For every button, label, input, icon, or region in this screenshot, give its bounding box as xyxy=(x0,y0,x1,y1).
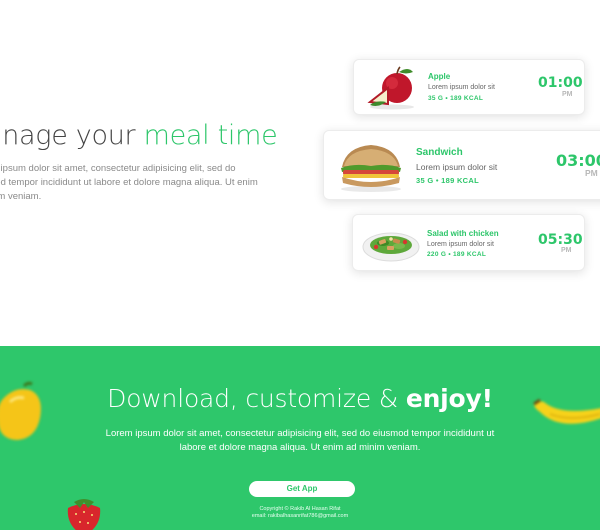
meal-card-salad[interactable]: Salad with chicken Lorem ipsum dolor sit… xyxy=(352,214,585,271)
meal-description: Lorem ipsum dolor sit xyxy=(428,84,495,91)
meal-time-period: PM xyxy=(561,247,572,254)
meal-description: Lorem ipsum dolor sit xyxy=(427,241,494,248)
intro-line: nim veniam. xyxy=(0,191,42,202)
meal-name: Sandwich xyxy=(416,147,463,158)
meal-name: Apple xyxy=(428,72,451,81)
meal-card-apple[interactable]: Apple Lorem ipsum dolor sit 35 G • 189 K… xyxy=(353,59,585,115)
footer-credits: Copyright © Rakib Al Hasan Rifat email: … xyxy=(0,506,600,520)
promo-text-line: labore et dolore magna aliqua. Ut enim a… xyxy=(179,442,421,453)
title-accent: meal time xyxy=(143,120,278,151)
get-app-button[interactable]: Get App xyxy=(249,481,355,497)
download-section: Download, customize & enjoy! Lorem ipsum… xyxy=(0,346,600,530)
sandwich-icon xyxy=(341,145,401,192)
email-link[interactable]: email: rakibalhasanrifat786@gmail.com xyxy=(252,513,348,519)
meal-nutrition: 35 G • 189 KCAL xyxy=(416,176,479,185)
meal-time-period: PM xyxy=(585,168,598,178)
intro-text: m ipsum dolor sit amet, consectetur adip… xyxy=(0,162,290,204)
meal-card-sandwich[interactable]: Sandwich Lorem ipsum dolor sit 35 G • 18… xyxy=(323,130,600,200)
meal-name: Salad with chicken xyxy=(427,229,499,238)
page-title: anage your meal time xyxy=(0,120,278,151)
meal-time: 01:00 xyxy=(538,75,583,91)
promo-text: Lorem ipsum dolor sit amet, consectetur … xyxy=(90,427,510,455)
meal-nutrition: 220 G • 189 KCAL xyxy=(427,251,487,258)
meal-time-period: PM xyxy=(562,91,573,98)
hero-section: anage your meal time m ipsum dolor sit a… xyxy=(0,0,600,346)
promo-title: Download, customize & enjoy! xyxy=(0,384,600,413)
meal-nutrition: 35 G • 189 KCAL xyxy=(428,95,484,102)
promo-text-line: Lorem ipsum dolor sit amet, consectetur … xyxy=(105,428,495,439)
salad-icon xyxy=(362,232,420,262)
title-main: anage your xyxy=(0,120,144,151)
copyright-text: Copyright © Rakib Al Hasan Rifat xyxy=(259,506,341,512)
apple-icon xyxy=(367,66,414,110)
promo-title-emphasis: enjoy! xyxy=(405,384,493,413)
promo-title-main: Download, customize & xyxy=(107,384,406,413)
intro-line: m ipsum dolor sit amet, consectetur adip… xyxy=(0,163,236,174)
intro-line: nod tempor incididunt ut labore et dolor… xyxy=(0,177,258,188)
meal-description: Lorem ipsum dolor sit xyxy=(416,162,498,172)
meal-time: 05:30 xyxy=(538,232,583,248)
